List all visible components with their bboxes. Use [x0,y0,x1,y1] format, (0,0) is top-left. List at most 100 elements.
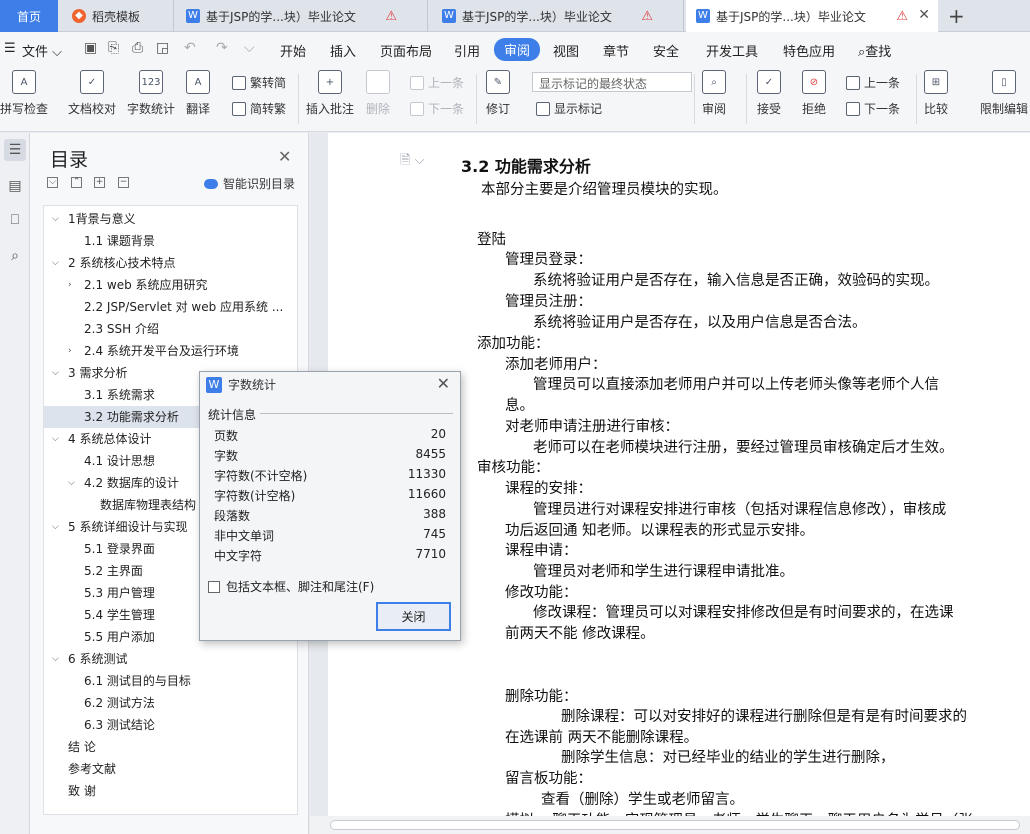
bookmark-icon[interactable]: ⎕ [4,209,26,231]
menu-features[interactable]: 特色应用 [783,41,835,60]
toc-item[interactable]: 参考文献 [44,758,297,780]
toc-item[interactable]: ⌵ 1背景与意义 [44,208,297,230]
toc-item[interactable]: 结 论 [44,736,297,758]
expand-up-icon[interactable]: ⌃ [71,177,82,188]
toc-item[interactable]: 6.1 测试目的与目标 [44,670,297,692]
save-icon[interactable]: ▣ [84,40,97,56]
menu-review[interactable]: 审阅 [494,38,541,61]
add-heading-icon[interactable]: + [94,177,105,188]
tab-docer-templates[interactable]: ◆ 稻壳模板 [60,0,174,32]
chevron-down-icon[interactable]: ⌵ [52,252,59,274]
tab-label: 稻壳模板 [92,9,141,24]
page-icon[interactable]: 🗎 ⌵ [400,151,424,173]
toc-icon[interactable]: ☰ [4,139,26,161]
close-button[interactable]: 关闭 [376,602,451,631]
toc-item[interactable]: 6.2 测试方法 [44,692,297,714]
tab-home[interactable]: 首页 [0,0,58,32]
stat-row: 字符数(不计空格) 11330 [214,467,446,487]
toc-item-label: 5.2 主界面 [84,564,143,578]
toc-item[interactable]: 2.2 JSP/Servlet 对 web 应用系统 ... [44,296,297,318]
chevron-down-icon[interactable]: ⌵ [68,472,75,494]
next2-label: 下一条 [864,102,901,116]
trad-to-simp-button[interactable]: 繁转简 [232,74,286,91]
tab-document-active[interactable]: W 基于JSP的学...块）毕业论文 ⚠ ✕ [686,0,938,32]
reject-icon: ⊘ [802,70,826,94]
include-textbox-checkbox[interactable]: 包括文本框、脚注和尾注(F) [208,578,374,595]
insert-comment-button[interactable]: + 插入批注 [306,70,354,117]
tab-document-1[interactable]: W 基于JSP的学...块）毕业论文 ⚠ [176,0,428,32]
menu-file[interactable]: 文件 ⌵ [22,41,62,60]
review-pane-button[interactable]: ⌕ 审阅 [702,70,726,117]
show-markup-button[interactable]: 显示标记 [536,100,602,117]
outline-icon[interactable]: ▤ [4,175,26,197]
next-change-button[interactable]: 下一条 [846,100,900,117]
toc-item[interactable]: › 2.1 web 系统应用研究 [44,274,297,296]
delete-comment-button[interactable]: 删除 [366,70,390,117]
restrict-editing-button[interactable]: ▯ 限制编辑 [980,70,1028,117]
doccheck-icon: ✓ [80,70,104,94]
markup-state-select[interactable]: 显示标记的最终状态 [532,72,692,92]
checkbox-box[interactable] [208,580,220,593]
compare-button[interactable]: ⊞ 比较 [924,70,948,117]
smart-toc-button[interactable]: 智能识别目录 [204,175,295,192]
toc-item-label: 2.3 SSH 介绍 [84,322,159,336]
chevron-down-icon[interactable]: ⌵ [52,516,59,538]
close-icon[interactable]: ✕ [278,147,291,166]
accept-button[interactable]: ✓ 接受 [757,70,781,117]
toc-item[interactable]: 1.1 课题背景 [44,230,297,252]
chevron-right-icon[interactable]: › [68,340,72,362]
menu-chapter[interactable]: 章节 [603,41,629,60]
print-preview-icon[interactable]: ◲ [156,40,169,56]
stat-value: 8455 [415,447,446,461]
chevron-down-icon[interactable]: ⌵ [52,208,59,230]
accept-icon: ✓ [757,70,781,94]
horizontal-scrollbar[interactable] [310,816,1030,834]
menu-references[interactable]: 引用 [454,41,480,60]
toc-item[interactable]: ⌵ 2 系统核心技术特点 [44,252,297,274]
menu-start[interactable]: 开始 [280,41,306,60]
chevron-down-icon[interactable]: ⌵ [52,648,59,670]
menu-insert[interactable]: 插入 [330,41,356,60]
revise-button[interactable]: ✎ 修订 [486,70,510,117]
redo-icon[interactable]: ↷ [216,40,228,56]
toc-item[interactable]: › 2.4 系统开发平台及运行环境 [44,340,297,362]
undo-icon[interactable]: ↶ [184,40,196,56]
tab-document-2[interactable]: W 基于JSP的学...块）毕业论文 ⚠ [432,0,684,32]
next-icon [410,101,424,116]
spellcheck-button[interactable]: A 拼写检查 [0,70,48,117]
menu-view[interactable]: 视图 [553,41,579,60]
menu-icon[interactable]: ☰ [4,41,16,56]
scrollbar-thumb[interactable] [330,820,1020,830]
remove-heading-icon[interactable]: − [118,177,129,188]
simp-to-trad-button[interactable]: 简转繁 [232,100,286,117]
reject-button[interactable]: ⊘ 拒绝 [802,70,826,117]
doccheck-button[interactable]: ✓ 文档校对 [68,70,116,117]
new-tab-button[interactable]: + [948,4,965,28]
translate-button[interactable]: A 翻译 [186,70,210,117]
toc-item[interactable]: 2.3 SSH 介绍 [44,318,297,340]
document-line: 系统将验证用户是否存在，输入信息是否正确，效验码的实现。 [533,273,939,289]
more-icon[interactable]: ⌵ [244,40,255,56]
toc-item[interactable]: 致 谢 [44,780,297,802]
prev-comment-button[interactable]: 上一条 [410,74,464,91]
export-icon[interactable]: ⎘ [108,40,119,56]
search-icon[interactable]: ⌕ [4,245,26,267]
close-icon[interactable]: ✕ [437,374,450,393]
next-comment-button[interactable]: 下一条 [410,100,464,117]
prev-change-button[interactable]: 上一条 [846,74,900,91]
toc-item[interactable]: ⌵ 6 系统测试 [44,648,297,670]
restrict-label: 限制编辑 [980,102,1029,116]
toc-item[interactable]: 6.3 测试结论 [44,714,297,736]
prev2-label: 上一条 [864,76,901,90]
close-tab-icon[interactable]: ✕ [918,7,930,23]
collapse-all-icon[interactable]: ⌵ [47,177,58,188]
menu-security[interactable]: 安全 [653,41,679,60]
chevron-right-icon[interactable]: › [68,274,72,296]
chevron-down-icon[interactable]: ⌵ [52,428,59,450]
print-icon[interactable]: ⎙ [132,40,143,56]
chevron-down-icon[interactable]: ⌵ [52,362,59,384]
menu-dev-tools[interactable]: 开发工具 [706,41,758,60]
menu-page-layout[interactable]: 页面布局 [380,41,432,60]
wordcount-button[interactable]: 123 字数统计 [127,70,175,117]
menu-find[interactable]: ⌕查找 [858,41,891,60]
